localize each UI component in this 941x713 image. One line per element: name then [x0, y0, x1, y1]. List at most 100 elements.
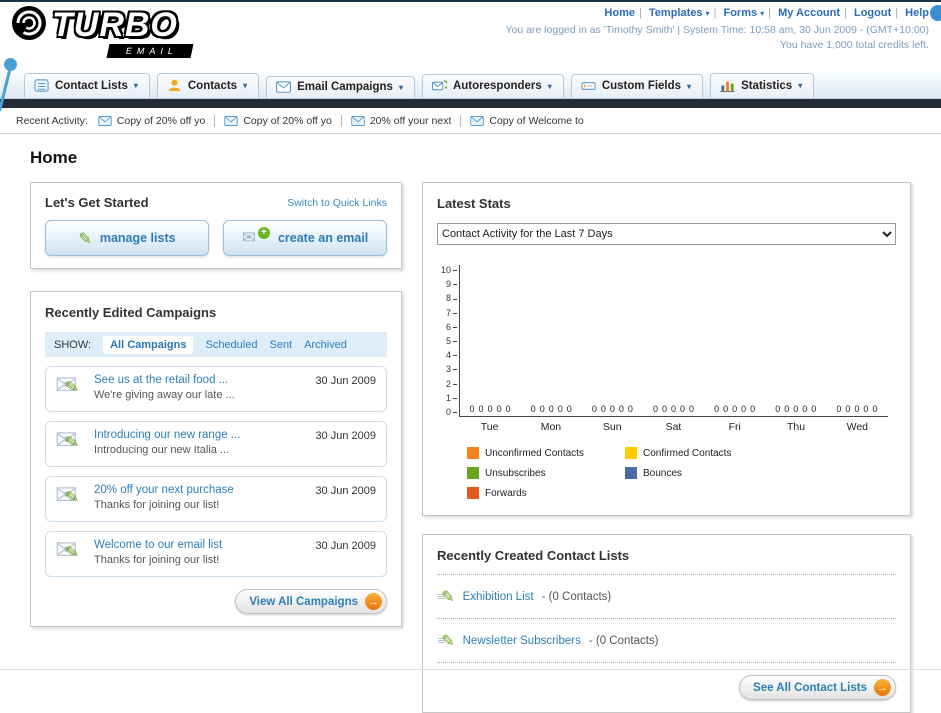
recent-activity-item[interactable]: 20% off your next	[351, 115, 451, 127]
chart-value-label: 0	[836, 404, 842, 414]
dropdown-arrow-icon: ▾	[705, 9, 710, 18]
contact-list-count: - (0 Contacts)	[588, 634, 659, 647]
chart-value-label: 0	[496, 404, 502, 414]
link-separator: |	[895, 7, 899, 19]
legend-label: Forwards	[485, 487, 527, 499]
switch-quick-links-link[interactable]: Switch to Quick Links	[287, 197, 387, 209]
campaign-subtitle: We're giving away our late ...	[94, 389, 235, 401]
top-link-my-account[interactable]: My Account	[778, 7, 840, 19]
custom-fields-icon	[581, 79, 596, 93]
chart-value-label: 0	[469, 404, 475, 414]
show-label: SHOW:	[54, 338, 92, 351]
envelope-icon	[98, 115, 112, 126]
chart-value-label: 0	[478, 404, 484, 414]
item-divider	[214, 114, 216, 127]
header: TURBO EMAIL Home | Templates ▾ | Forms ▾ | …	[0, 2, 941, 112]
campaign-date: 30 Jun 2009	[315, 430, 376, 442]
chart-value-label: 0	[741, 404, 747, 414]
recent-activity-item[interactable]: Copy of 20% off yo	[98, 115, 205, 127]
chevron-down-icon: ▾	[243, 81, 248, 90]
y-axis-tick-label: 9	[437, 279, 457, 289]
campaign-subtitle: Introducing our new Italia ...	[94, 444, 230, 456]
chart-bar-group: 00000	[643, 265, 704, 416]
chart-bar-group: 00000	[705, 265, 766, 416]
campaign-subtitle: Thanks for joining our list!	[94, 554, 220, 566]
get-started-title: Let's Get Started	[45, 195, 149, 210]
top-link-home[interactable]: Home	[604, 7, 635, 19]
recent-campaigns-panel: Recently Edited Campaigns SHOW: All Camp…	[30, 291, 402, 627]
credits-info: You have 1,000 total credits left.	[779, 39, 929, 51]
email-campaigns-icon	[276, 81, 292, 93]
recent-activity-item[interactable]: Copy of Welcome to	[470, 114, 584, 127]
top-link-logout[interactable]: Logout	[854, 7, 891, 19]
create-email-label: create an email	[277, 231, 369, 245]
chart-value-label: 0	[609, 404, 615, 414]
chart-value-label: 0	[863, 404, 869, 414]
chart-bar-group: 00000	[460, 265, 521, 416]
legend-swatch	[625, 467, 637, 479]
top-link-templates[interactable]: Templates	[649, 7, 703, 19]
see-all-contact-lists-button[interactable]: See All Contact Lists →	[739, 675, 896, 700]
top-links: Home | Templates ▾ | Forms ▾ | My Account | …	[505, 7, 929, 19]
y-axis-tick-label: 4	[437, 350, 457, 360]
legend-item: Unsubscribes	[467, 467, 625, 479]
x-axis-day-label: Mon	[540, 421, 562, 433]
nav-tab-custom-fields[interactable]: Custom Fields ▾	[570, 74, 704, 98]
legend-label: Bounces	[643, 467, 682, 479]
chart-value-label: 0	[557, 404, 563, 414]
y-axis-tick-label: 6	[437, 322, 457, 332]
chart-value-label: 0	[775, 404, 781, 414]
contact-list-count: - (0 Contacts)	[541, 590, 612, 603]
recent-activity-text: Copy of 20% off yo	[243, 114, 332, 127]
recent-activity-text: Copy of Welcome to	[489, 114, 584, 127]
chart-bar-group: 00000	[582, 265, 643, 416]
legend-label: Confirmed Contacts	[643, 447, 732, 459]
campaigns-title: Recently Edited Campaigns	[45, 305, 217, 320]
session-info: You are logged in as 'Timothy Smith' | S…	[505, 24, 929, 36]
campaign-date: 30 Jun 2009	[315, 485, 376, 497]
chart-value-label: 0	[811, 404, 817, 414]
chart-value-label: 0	[627, 404, 633, 414]
contact-list-link[interactable]: Exhibition List	[463, 591, 534, 603]
manage-lists-button[interactable]: ✎ manage lists	[45, 220, 209, 256]
legend-swatch	[467, 467, 479, 479]
logo-swoosh-icon	[10, 4, 48, 47]
chart-value-label: 0	[487, 404, 493, 414]
view-all-campaigns-button[interactable]: View All Campaigns →	[235, 589, 387, 614]
plus-icon: +	[257, 227, 270, 239]
chart-value-label: 0	[566, 404, 572, 414]
chart-value-label: 0	[505, 404, 511, 414]
top-link-forms[interactable]: Forms	[723, 7, 757, 19]
nav-tab-contact-lists[interactable]: Contact Lists ▾	[24, 73, 150, 98]
page-title: Home	[30, 148, 78, 167]
y-axis-tick-label: 1	[437, 393, 457, 403]
create-email-button[interactable]: ✉ + create an email	[223, 220, 387, 256]
contact-lists-icon	[34, 78, 49, 93]
campaign-row: ✉ ✎ Welcome to our email list Thanks for …	[45, 531, 387, 577]
y-axis-tick-label: 8	[437, 293, 457, 303]
chart-value-label: 0	[723, 404, 729, 414]
envelope-icon	[351, 115, 365, 126]
recent-activity-item[interactable]: Copy of 20% off yo	[224, 115, 332, 127]
chart-value-label: 0	[618, 404, 624, 414]
nav-tab-autoresponders[interactable]: Autoresponders ▾	[421, 74, 564, 98]
nav-tab-statistics[interactable]: Statistics ▾	[710, 73, 815, 98]
top-link-help[interactable]: Help	[905, 7, 929, 19]
nav-tab-contacts[interactable]: Contacts ▾	[156, 73, 260, 98]
contact-list-link[interactable]: Newsletter Subscribers	[463, 635, 581, 647]
tab-all-campaigns[interactable]: All Campaigns	[103, 335, 194, 354]
chart-legend: Unconfirmed Contacts Confirmed Contacts Un…	[467, 447, 896, 499]
nav-tab-email-campaigns[interactable]: Email Campaigns ▾	[266, 76, 415, 98]
envelope-icon: ✉	[241, 228, 256, 248]
stats-period-select[interactable]: Contact Activity for the Last 7 Days	[437, 223, 896, 245]
decor-bubble-right-icon	[930, 5, 941, 21]
tab-sent[interactable]: Sent	[269, 339, 292, 351]
chart-y-axis: 10 9 8 7 6 5 4 3 2 1 0	[437, 265, 459, 417]
y-axis-tick-label: 2	[437, 379, 457, 389]
legend-item: Bounces	[625, 467, 783, 479]
latest-stats-title: Latest Stats	[437, 196, 511, 211]
dotted-divider	[437, 662, 896, 663]
tab-scheduled[interactable]: Scheduled	[205, 339, 257, 351]
autoresponders-icon	[432, 79, 447, 93]
tab-archived[interactable]: Archived	[304, 339, 347, 351]
